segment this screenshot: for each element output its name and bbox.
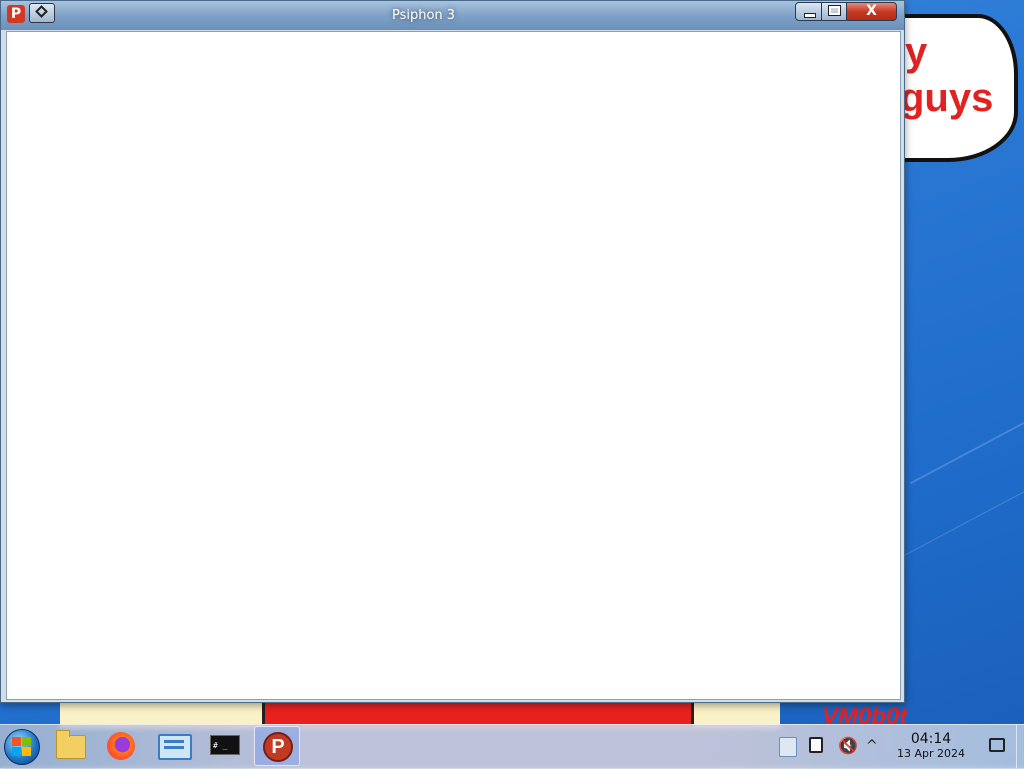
bubble-text-line2: guys [900, 76, 994, 120]
taskbar-network-settings[interactable] [150, 726, 196, 766]
maximize-icon [828, 5, 841, 16]
firefox-icon [107, 732, 135, 760]
show-desktop-button[interactable] [1016, 724, 1024, 768]
close-icon: X [866, 3, 877, 19]
windows-logo-icon [12, 747, 21, 756]
psiphon-window: P Psiphon 3 X [0, 0, 905, 703]
wallpaper-streak [910, 397, 1024, 485]
window-content-area[interactable] [6, 31, 901, 700]
start-button[interactable] [4, 729, 40, 765]
notification-center-icon[interactable] [989, 738, 1005, 752]
taskbar-file-explorer[interactable] [47, 726, 93, 766]
taskbar-terminal[interactable]: # _ [202, 726, 248, 766]
windows-logo-icon [12, 737, 21, 746]
network-icon [158, 734, 192, 760]
folder-icon [56, 730, 86, 759]
window-titlebar[interactable]: P Psiphon 3 X [1, 1, 904, 30]
close-button[interactable]: X [846, 2, 897, 21]
maximize-button[interactable] [821, 2, 847, 21]
terminal-icon: # _ [210, 735, 240, 755]
clock-time[interactable]: 04:14 [897, 731, 965, 747]
clipboard-icon[interactable] [809, 737, 823, 753]
volume-muted-icon[interactable]: 🔇 [838, 737, 858, 755]
taskbar-firefox[interactable] [98, 726, 144, 766]
bubble-text-line1: y [905, 30, 928, 74]
minimize-button[interactable] [795, 2, 822, 21]
minimize-icon [804, 13, 816, 18]
tray-overflow-icon[interactable]: ^ [866, 737, 882, 755]
windows-logo-icon [22, 737, 31, 746]
window-title: Psiphon 3 [391, 8, 456, 23]
windows-logo-icon [22, 747, 31, 756]
clock-date[interactable]: 13 Apr 2024 [890, 747, 972, 760]
psiphon-icon: P [263, 732, 293, 762]
usb-device-icon[interactable] [779, 737, 797, 757]
taskbar-psiphon[interactable]: P [254, 726, 300, 766]
